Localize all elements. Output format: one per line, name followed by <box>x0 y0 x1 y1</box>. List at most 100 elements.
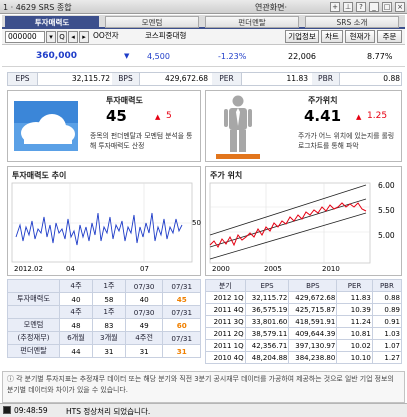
current-price-button[interactable]: 현재가 <box>345 30 375 43</box>
table-cell: 418,591.91 <box>288 315 338 328</box>
row-label: (추정재무) <box>7 331 60 345</box>
next-icon[interactable]: ▸ <box>79 31 89 43</box>
table-cell: 49 <box>124 318 164 332</box>
change-down-icon: ▼ <box>124 52 130 60</box>
window-titlebar: 1 · 4629 SRS 종합 연관화면· + ⊥ ? _ □ × <box>0 0 407 14</box>
table-cell: 429,672.68 <box>288 291 338 304</box>
maximize-icon[interactable]: □ <box>382 2 392 12</box>
table-row: (추정재무) 6개월 3개월 4주전 07/31 <box>7 331 201 345</box>
column-header: 07/31 <box>162 279 201 293</box>
metrics-row: EPS 32,115.72 BPS 429,672.68 PER 11.83 P… <box>7 72 402 86</box>
stock-name: OO전자 <box>93 31 119 40</box>
trend-x-tick: 2012.02 <box>14 265 43 273</box>
row-label: 투자매력도 <box>7 292 60 306</box>
tab-bar: 투자매력도 모멘텀 펀더멘탈 SRS 소개 <box>2 15 405 29</box>
table-row: 투자매력도 40 58 40 45 <box>7 292 201 306</box>
table-cell: 0.91 <box>371 315 403 328</box>
table-cell: 31 <box>162 344 201 358</box>
tab-momentum[interactable]: 모멘텀 <box>105 16 199 28</box>
position-x-tick: 2000 <box>212 265 230 273</box>
attractiveness-panel: 투자매력도 45 ▲ 5 종목의 펀더멘탈과 모멘텀 분석을 통해 투자매력도 … <box>7 90 201 162</box>
column-header: 4주 <box>59 279 93 293</box>
attractiveness-description: 종목의 펀더멘탈과 모멘텀 분석을 통해 투자매력도 산정 <box>90 132 193 150</box>
table-cell: 45 <box>162 292 201 306</box>
attractiveness-change: 5 <box>166 111 172 121</box>
table-row: 2011 4Q 36,575.19 425,715.87 10.39 0.89 <box>205 303 403 316</box>
order-button[interactable]: 주문 <box>377 30 402 43</box>
price-position-change: 1.25 <box>367 111 388 121</box>
minimize-icon[interactable]: _ <box>369 2 379 12</box>
related-screen-link[interactable]: 연관화면· <box>255 2 287 13</box>
trend-x-tick: 07 <box>140 265 149 273</box>
pbr-label: PBR <box>312 73 340 85</box>
table-cell: 1.27 <box>371 351 403 364</box>
company-info-button[interactable]: 기업정보 <box>285 30 319 43</box>
table-cell: 10.02 <box>336 339 373 352</box>
attractiveness-title: 투자매력도 <box>106 96 143 105</box>
new-window-icon[interactable]: + <box>330 2 340 12</box>
per-value: 11.83 <box>286 74 308 83</box>
position-y-tick: 6.00 <box>378 181 395 190</box>
market-name: 코스피중대형 <box>145 31 187 40</box>
trade-volume: 22,006 <box>288 52 316 61</box>
table-row: 2012 1Q 32,115.72 429,672.68 11.83 0.88 <box>205 291 403 304</box>
stock-code-input[interactable]: 000000 <box>5 31 45 43</box>
help-icon[interactable]: ? <box>356 2 366 12</box>
table-cell: 40 <box>124 292 164 306</box>
current-price: 360,000 <box>36 51 77 61</box>
table-cell: 2011 4Q <box>205 303 246 316</box>
table-cell: 2011 2Q <box>205 327 246 340</box>
pin-icon[interactable]: ⊥ <box>343 2 353 12</box>
window-title: 1 · 4629 SRS 종합 <box>3 3 72 12</box>
tab-fundamental[interactable]: 펀더멘탈 <box>205 16 299 28</box>
column-header: 07/31 <box>162 305 201 319</box>
row-label: 모멘텀 <box>7 318 60 332</box>
column-header: 3개월 <box>91 331 126 345</box>
table-cell: 31 <box>124 344 164 358</box>
table-cell: 38,579.11 <box>244 327 290 340</box>
change-percent: -1.23% <box>218 52 247 61</box>
table-cell: 48,204.88 <box>244 351 290 364</box>
table-cell: 10.10 <box>336 351 373 364</box>
dropdown-icon[interactable]: ▾ <box>46 31 56 43</box>
table-cell: 2011 1Q <box>205 339 246 352</box>
table-cell: 11.83 <box>336 291 373 304</box>
table-cell: 1.03 <box>371 327 403 340</box>
price-position-score: 4.41 <box>304 107 342 125</box>
table-header-row: 분기 EPS BPS PER PBR <box>205 279 403 292</box>
eps-label: EPS <box>8 73 38 85</box>
table-cell: 10.81 <box>336 327 373 340</box>
search-icon[interactable]: Q <box>57 31 67 43</box>
trend-chart-panel: 투자매력도 추이 50 2012.02 04 07 <box>7 166 201 276</box>
trend-y-tick: 50 <box>192 219 201 227</box>
info-icon: ⓘ <box>7 375 17 383</box>
column-header: BPS <box>288 279 338 292</box>
table-cell: 425,715.87 <box>288 303 338 316</box>
table-cell: 384,238.80 <box>288 351 338 364</box>
table-cell: 31 <box>91 344 126 358</box>
tab-srs-intro[interactable]: SRS 소개 <box>305 16 399 28</box>
person-icon <box>216 95 260 159</box>
table-cell: 409,644.39 <box>288 327 338 340</box>
prev-icon[interactable]: ◂ <box>68 31 78 43</box>
table-cell: 32,115.72 <box>244 291 290 304</box>
table-cell: 58 <box>91 292 126 306</box>
column-header: 1주 <box>91 279 126 293</box>
close-icon[interactable]: × <box>395 2 405 12</box>
table-cell: 40 <box>59 292 93 306</box>
column-header: 6개월 <box>59 331 93 345</box>
chart-button[interactable]: 차트 <box>321 30 343 43</box>
tab-attractiveness[interactable]: 투자매력도 <box>5 16 99 28</box>
table-cell: 0.89 <box>371 303 403 316</box>
position-y-tick: 5.00 <box>378 231 395 240</box>
disclaimer-text: 각 분기별 투자지표는 추정재무 데이터 또는 해당 분기와 직전 3분기 공시… <box>7 375 394 394</box>
table-cell: 33,801.60 <box>244 315 290 328</box>
status-indicator-icon <box>3 406 11 414</box>
column-header: 07/30 <box>124 279 164 293</box>
position-x-tick: 2010 <box>322 265 340 273</box>
table-cell: 11.24 <box>336 315 373 328</box>
table-cell: 36,575.19 <box>244 303 290 316</box>
table-cell: 42,356.71 <box>244 339 290 352</box>
table-cell: 83 <box>91 318 126 332</box>
table-row: 2011 2Q 38,579.11 409,644.39 10.81 1.03 <box>205 327 403 340</box>
